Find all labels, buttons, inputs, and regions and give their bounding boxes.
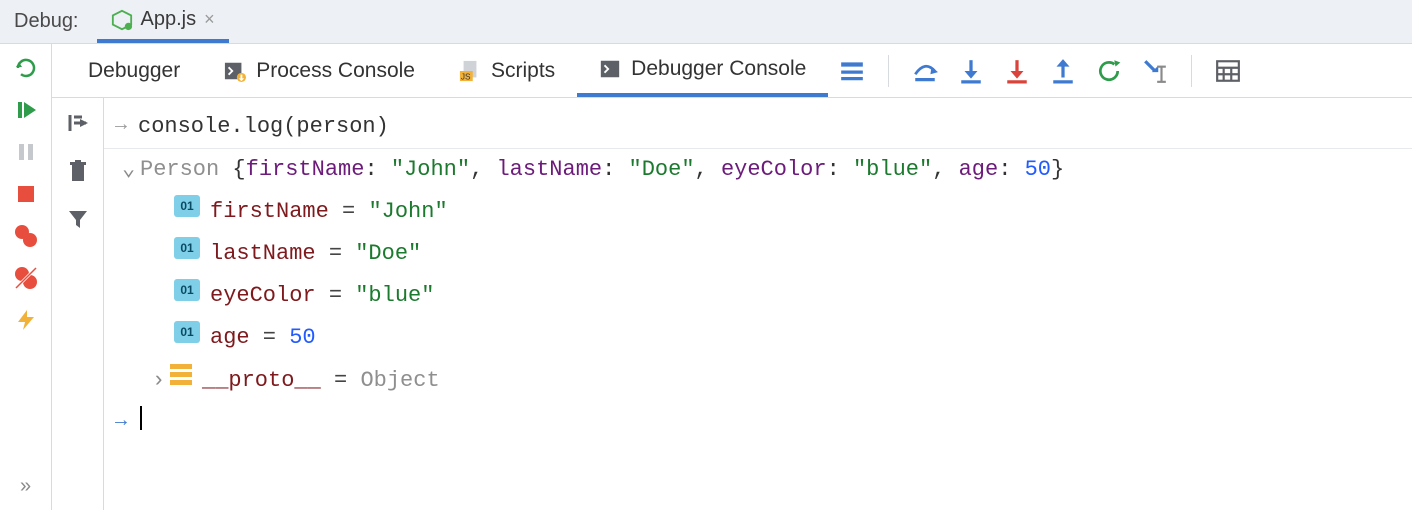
prompt-arrow-icon: →	[104, 110, 138, 141]
console-gutter	[52, 98, 104, 510]
field-name: age	[210, 325, 250, 350]
stop-button[interactable]	[12, 182, 40, 206]
lightning-icon[interactable]	[12, 308, 40, 332]
summary-val: 50	[1025, 157, 1051, 182]
js-file-icon: JS	[459, 60, 481, 82]
object-field-row[interactable]: 01 age = 50	[104, 317, 1412, 359]
summary-key: age	[959, 157, 999, 182]
object-field-row[interactable]: 01 lastName = "Doe"	[104, 233, 1412, 275]
clear-console-icon[interactable]	[65, 158, 91, 184]
summary-key: lastName	[496, 157, 602, 182]
chevron-down-icon[interactable]: ⌄	[122, 153, 140, 187]
debug-left-rail: »	[0, 44, 52, 510]
prompt-arrow-icon: →	[104, 406, 138, 437]
object-icon	[170, 364, 192, 386]
close-icon[interactable]: ×	[204, 9, 215, 30]
field-badge-icon: 01	[174, 237, 200, 259]
debugger-console-output: → console.log(person) ⌄ Person {firstNam…	[104, 98, 1412, 510]
separator	[888, 55, 889, 87]
step-into-icon[interactable]	[957, 57, 985, 85]
field-name: eyeColor	[210, 283, 316, 308]
field-value: "Doe"	[355, 241, 421, 266]
object-field-row[interactable]: 01 eyeColor = "blue"	[104, 275, 1412, 317]
class-name: Person	[140, 157, 219, 182]
nodejs-icon	[111, 9, 133, 31]
field-badge-icon: 01	[174, 321, 200, 343]
terminal-run-icon	[224, 60, 246, 82]
show-frames-icon[interactable]	[838, 57, 866, 85]
file-tab-appjs[interactable]: App.js ×	[97, 0, 229, 43]
console-command-row: → console.log(person)	[104, 106, 1412, 148]
scroll-to-end-icon[interactable]	[65, 110, 91, 136]
tab-debugger-label: Debugger	[88, 59, 180, 83]
more-icon[interactable]: »	[12, 474, 40, 498]
field-value: "John"	[368, 199, 447, 224]
step-over-icon[interactable]	[911, 57, 939, 85]
proto-name: __proto__	[202, 368, 321, 393]
summary-val: "Doe"	[629, 157, 695, 182]
svg-text:JS: JS	[461, 72, 471, 81]
file-tab-label: App.js	[141, 8, 197, 31]
chevron-right-icon[interactable]: ›	[152, 364, 170, 398]
field-value: 50	[289, 325, 315, 350]
field-name: firstName	[210, 199, 329, 224]
resume-button[interactable]	[12, 98, 40, 122]
tab-scripts-label: Scripts	[491, 59, 555, 83]
tab-scripts[interactable]: JS Scripts	[437, 44, 577, 97]
title-bar: Debug: App.js ×	[0, 0, 1412, 44]
tab-debugger[interactable]: Debugger	[66, 44, 202, 97]
object-summary-row[interactable]: ⌄ Person {firstName: "John", lastName: "…	[104, 149, 1412, 191]
evaluate-expression-icon[interactable]	[1214, 57, 1242, 85]
tab-debugger-console-label: Debugger Console	[631, 57, 806, 81]
terminal-icon	[599, 58, 621, 80]
field-name: lastName	[210, 241, 316, 266]
tab-debugger-console[interactable]: Debugger Console	[577, 44, 828, 97]
pause-button[interactable]	[12, 140, 40, 164]
tab-process-console-label: Process Console	[256, 59, 415, 83]
step-out-icon[interactable]	[1049, 57, 1077, 85]
text-caret	[140, 406, 142, 430]
view-breakpoints-button[interactable]	[12, 224, 40, 248]
object-field-row[interactable]: 01 firstName = "John"	[104, 191, 1412, 233]
object-proto-row[interactable]: › __proto__ = Object	[104, 360, 1412, 402]
force-step-into-icon[interactable]	[1003, 57, 1031, 85]
summary-val: "blue"	[853, 157, 932, 182]
summary-key: eyeColor	[721, 157, 827, 182]
tab-process-console[interactable]: Process Console	[202, 44, 437, 97]
filter-icon[interactable]	[65, 206, 91, 232]
separator	[1191, 55, 1192, 87]
drop-frame-icon[interactable]	[1095, 57, 1123, 85]
run-to-cursor-icon[interactable]	[1141, 57, 1169, 85]
summary-key: firstName	[246, 157, 365, 182]
debug-toolbar	[828, 55, 1242, 87]
mute-breakpoints-button[interactable]	[12, 266, 40, 290]
field-badge-icon: 01	[174, 279, 200, 301]
debug-label: Debug:	[0, 0, 97, 43]
console-command-text: console.log(person)	[138, 110, 389, 144]
summary-val: "John"	[391, 157, 470, 182]
debugger-tab-row: Debugger Process Console JS Scripts Debu…	[52, 44, 1412, 98]
rerun-button[interactable]	[12, 56, 40, 80]
proto-value: Object	[360, 368, 439, 393]
field-badge-icon: 01	[174, 195, 200, 217]
field-value: "blue"	[355, 283, 434, 308]
console-prompt-row[interactable]: →	[104, 402, 1412, 441]
